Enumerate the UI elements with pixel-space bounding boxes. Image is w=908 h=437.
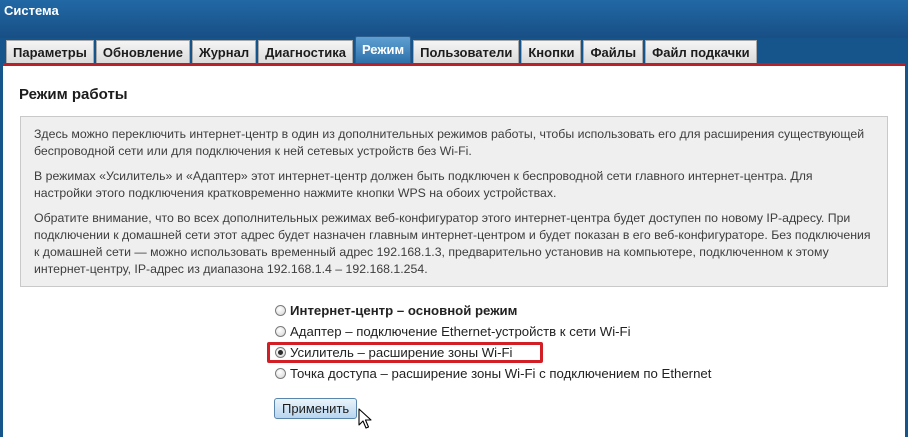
top-bar: Система xyxy=(0,0,908,38)
tab-diagnostics[interactable]: Диагностика xyxy=(258,40,353,64)
mode-option-internet-center[interactable]: Интернет-центр – основной режим xyxy=(273,300,711,321)
radio-internet-center[interactable] xyxy=(275,305,286,316)
mouse-pointer-icon xyxy=(358,408,372,429)
info-paragraph-1: Здесь можно переключить интернет-центр в… xyxy=(34,127,865,158)
tab-parameters[interactable]: Параметры xyxy=(6,40,94,64)
mode-option-access-point[interactable]: Точка доступа – расширение зоны Wi-Fi с … xyxy=(273,363,711,384)
tab-bar: Параметры Обновление Журнал Диагностика … xyxy=(6,36,759,64)
info-box: Здесь можно переключить интернет-центр в… xyxy=(20,116,888,287)
tab-update[interactable]: Обновление xyxy=(95,40,190,64)
apply-button[interactable]: Применить xyxy=(274,398,358,419)
info-paragraph-2: В режимах «Усилитель» и «Адаптер» этот и… xyxy=(34,169,813,200)
tab-buttons[interactable]: Кнопки xyxy=(521,40,582,64)
mode-option-label: Усилитель – расширение зоны Wi-Fi xyxy=(290,345,513,360)
tab-swap-file[interactable]: Файл подкачки xyxy=(645,40,757,64)
radio-access-point[interactable] xyxy=(275,368,286,379)
tab-users[interactable]: Пользователи xyxy=(413,40,520,64)
radio-adapter[interactable] xyxy=(275,326,286,337)
section-title: Режим работы xyxy=(19,86,128,103)
radio-repeater[interactable] xyxy=(275,347,286,358)
mode-option-label: Точка доступа – расширение зоны Wi-Fi с … xyxy=(290,366,712,381)
mode-option-label: Интернет-центр – основной режим xyxy=(290,303,518,318)
mode-option-repeater[interactable]: Усилитель – расширение зоны Wi-Fi xyxy=(267,342,711,363)
mode-option-adapter[interactable]: Адаптер – подключение Ethernet-устройств… xyxy=(273,321,711,342)
tab-files[interactable]: Файлы xyxy=(583,40,644,64)
app-title: Система xyxy=(4,3,59,18)
mode-options: Интернет-центр – основной режим Адаптер … xyxy=(267,300,711,384)
tab-log[interactable]: Журнал xyxy=(192,40,257,64)
mode-option-label: Адаптер – подключение Ethernet-устройств… xyxy=(290,324,631,339)
info-paragraph-3: Обратите внимание, что во всех дополните… xyxy=(34,211,871,276)
main-panel: Режим работы Здесь можно переключить инт… xyxy=(3,63,905,437)
tab-mode[interactable]: Режим xyxy=(354,36,412,64)
